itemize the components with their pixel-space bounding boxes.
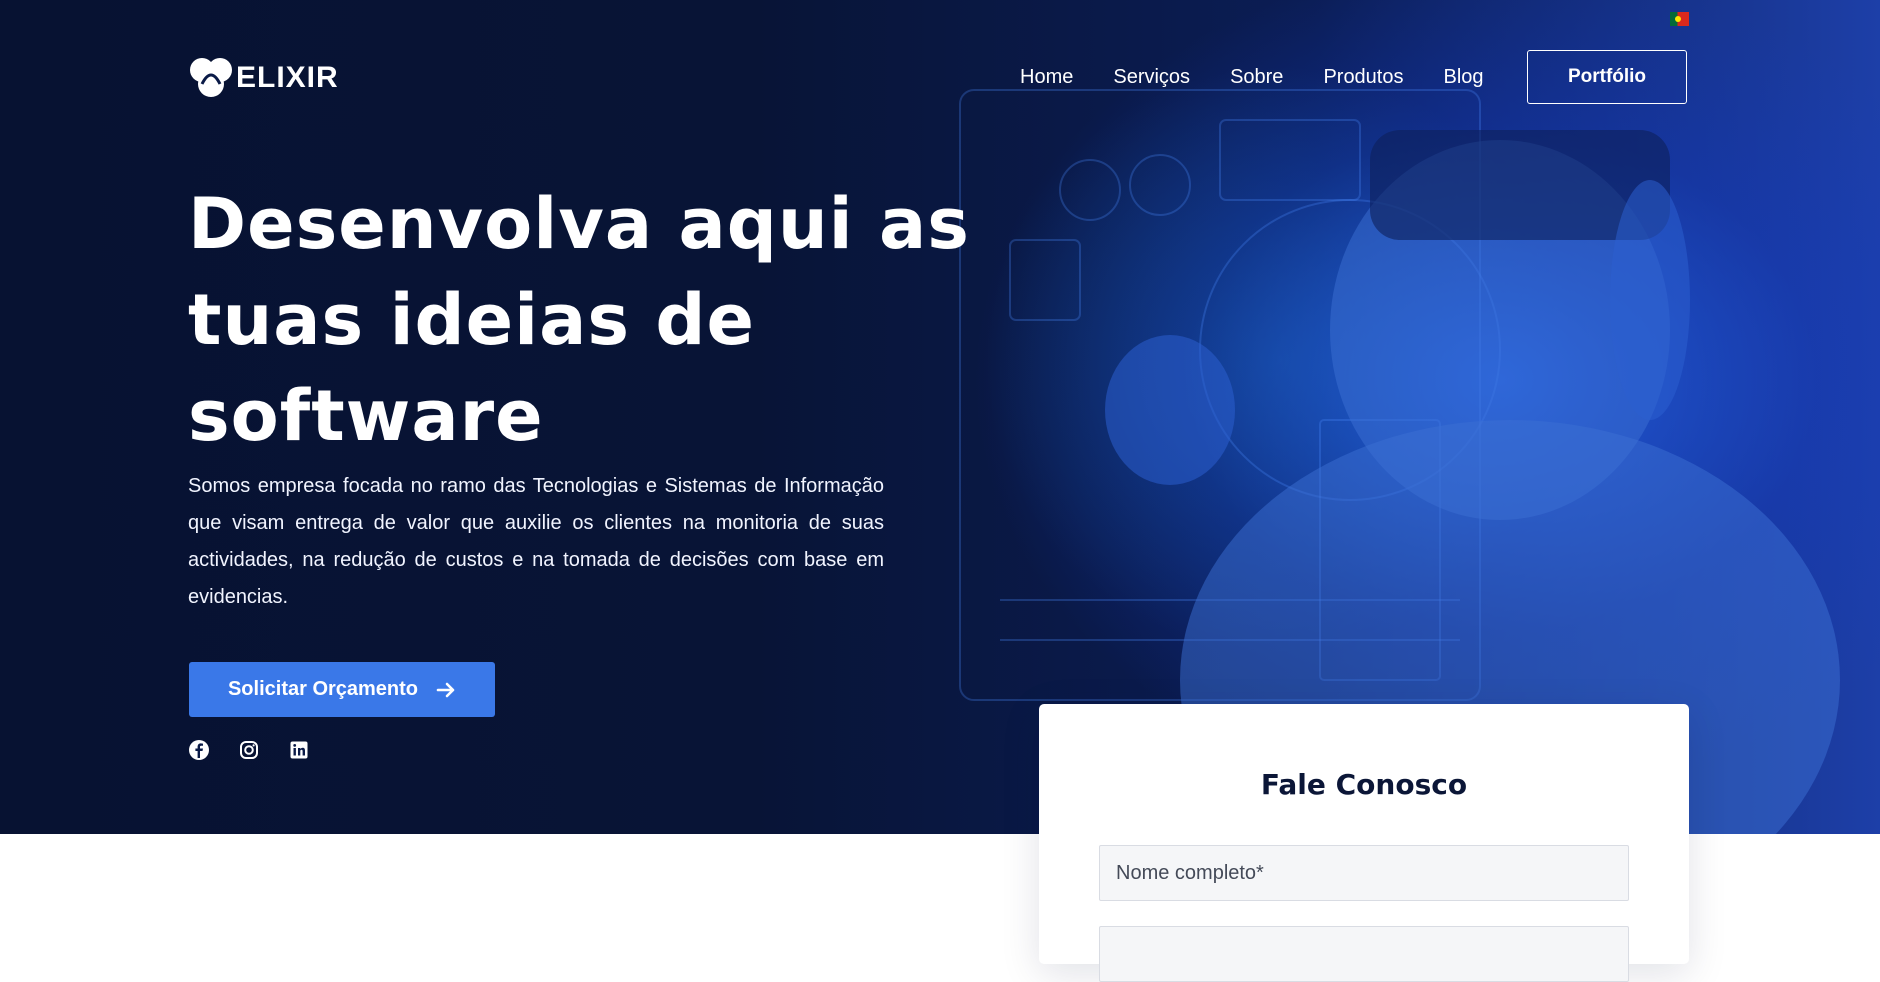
- contact-form-card: Fale Conosco: [1039, 704, 1689, 982]
- contact-form-title: Fale Conosco: [1260, 768, 1468, 801]
- main-nav: Home Serviços Sobre Produtos Blog: [1020, 64, 1524, 90]
- brand-name: ELIXIR: [236, 61, 339, 94]
- request-quote-button[interactable]: Solicitar Orçamento: [189, 662, 495, 717]
- social-links: [188, 739, 338, 761]
- portfolio-button[interactable]: Portfólio: [1527, 50, 1687, 104]
- nav-blog[interactable]: Blog: [1444, 64, 1484, 90]
- nav-sobre[interactable]: Sobre: [1230, 64, 1283, 90]
- nav-home[interactable]: Home: [1020, 64, 1073, 90]
- portugal-flag-icon[interactable]: [1670, 12, 1689, 26]
- nav-produtos[interactable]: Produtos: [1323, 64, 1403, 90]
- arrow-right-icon: [436, 682, 455, 697]
- full-name-input[interactable]: [1099, 845, 1629, 901]
- nav-servicos[interactable]: Serviços: [1113, 64, 1190, 90]
- hero-description: Somos empresa focada no ramo das Tecnolo…: [188, 475, 884, 608]
- request-quote-label: Solicitar Orçamento: [227, 678, 419, 700]
- instagram-icon[interactable]: [238, 739, 260, 761]
- linkedin-icon[interactable]: [288, 739, 310, 761]
- second-form-field[interactable]: [1099, 926, 1629, 982]
- facebook-icon[interactable]: [188, 739, 210, 761]
- hero-title: Desenvolva aqui as tuas ideias de softwa…: [188, 183, 970, 457]
- brand-logo[interactable]: ELIXIR: [188, 56, 339, 100]
